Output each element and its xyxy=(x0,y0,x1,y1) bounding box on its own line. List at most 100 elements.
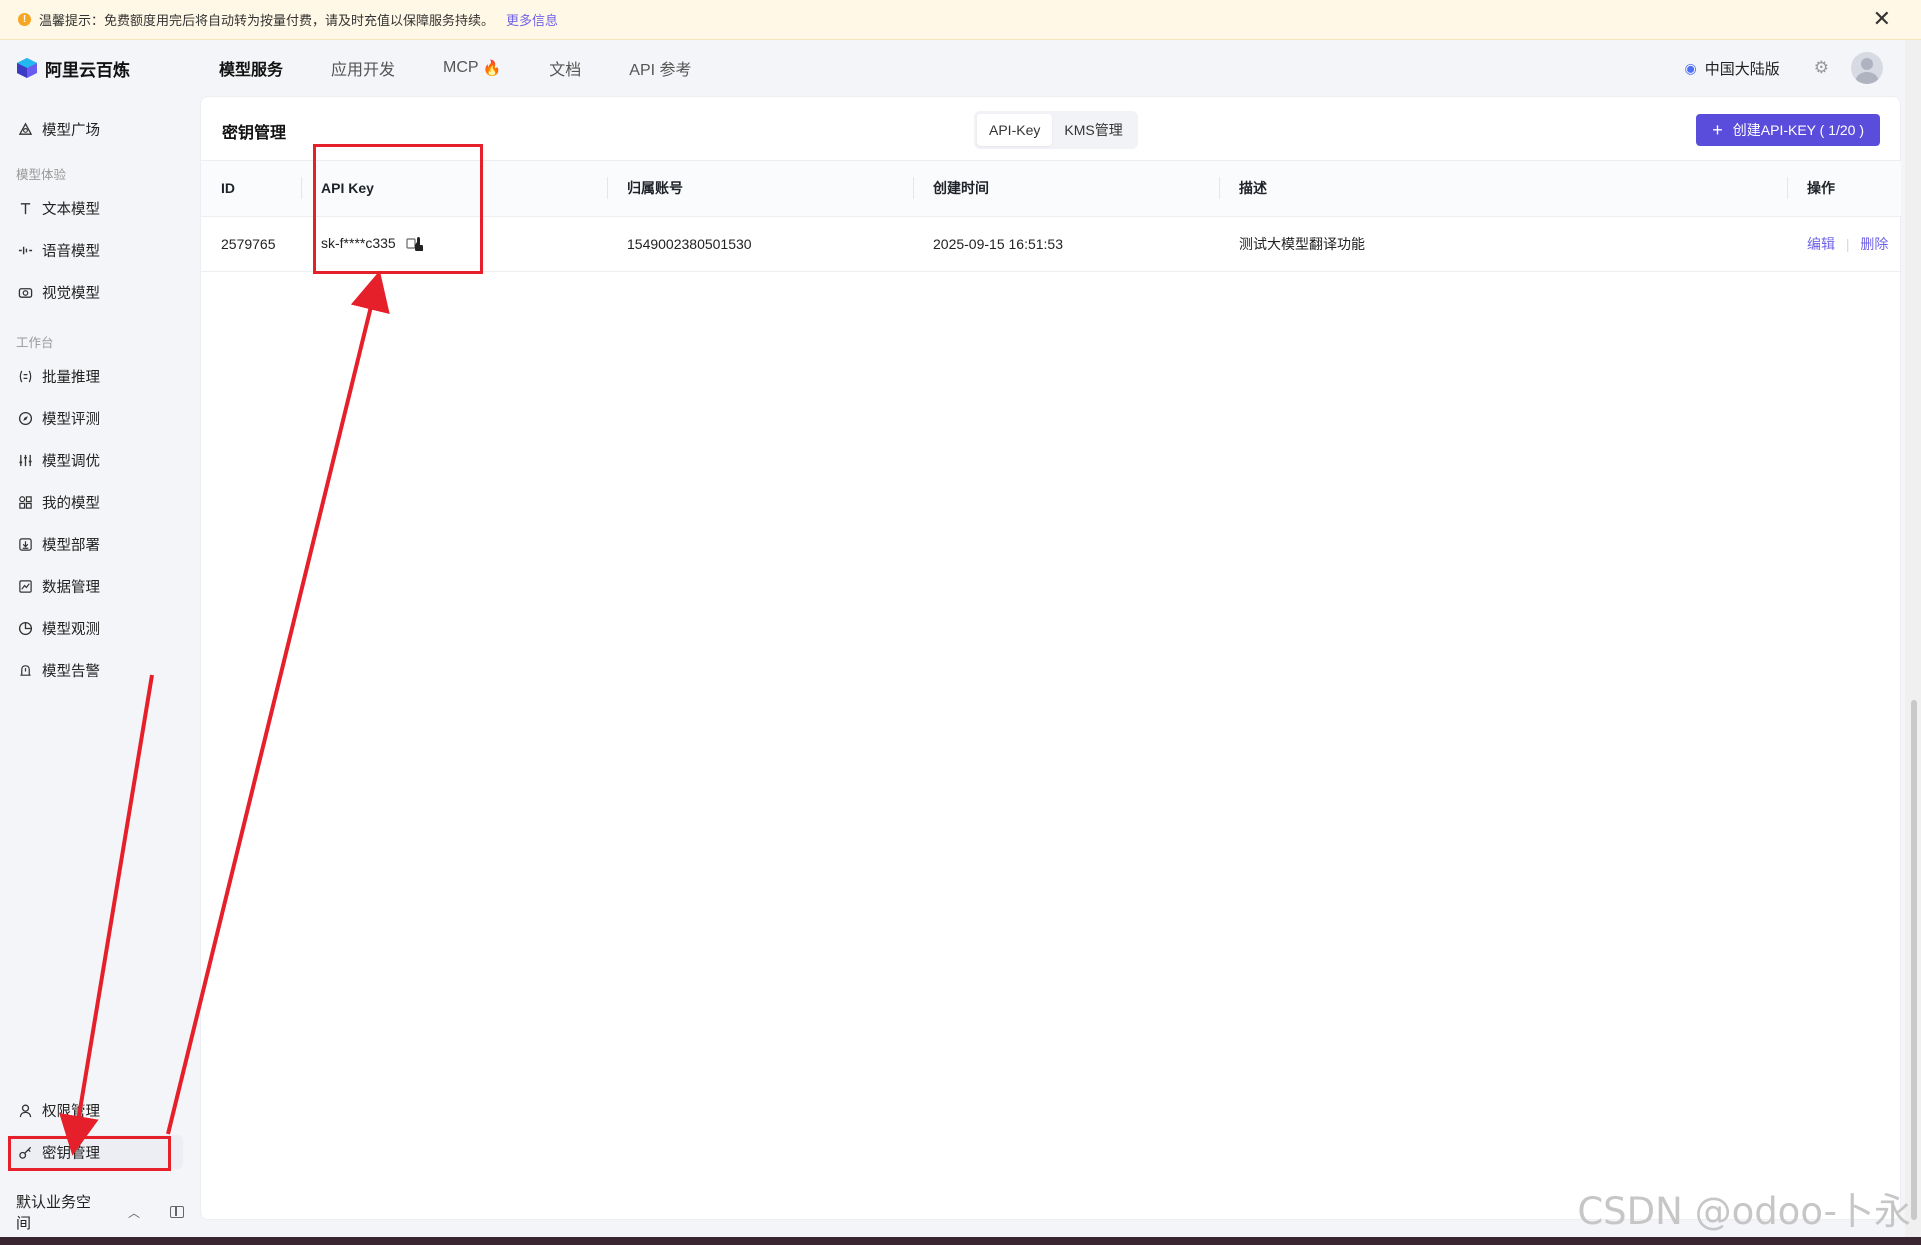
column-header-actions: 操作 xyxy=(1787,161,1901,217)
notice-more-link[interactable]: 更多信息 xyxy=(506,10,558,29)
column-header-label: 创建时间 xyxy=(933,180,989,197)
chart-line-icon xyxy=(17,578,33,594)
workspace-switcher[interactable]: 默认业务空间 ︿ xyxy=(16,1191,184,1233)
sidebar-item-label: 批量推理 xyxy=(42,369,100,386)
watermark: CSDN @odoo-卜永 xyxy=(1577,1190,1911,1233)
edit-button[interactable]: 编辑 xyxy=(1807,236,1835,252)
sidebar-item-model-plaza[interactable]: 模型广场 xyxy=(8,112,183,146)
tab-api-key[interactable]: API-Key xyxy=(977,114,1053,146)
page-scrollbar[interactable] xyxy=(1905,40,1921,1237)
fire-icon: 🔥 xyxy=(482,60,502,77)
sidebar-item-model-observe[interactable]: 模型观测 xyxy=(8,611,183,645)
sidebar-item-vision-model[interactable]: 视觉模型 xyxy=(8,275,183,309)
sidebar-item-label: 我的模型 xyxy=(42,495,100,512)
sidebar-item-model-eval[interactable]: 模型评测 xyxy=(8,401,183,435)
table-header-row: ID API Key 归属账号 创建时间 描述 操作 xyxy=(201,161,1901,217)
sidebar-item-key-management[interactable]: 密钥管理 xyxy=(8,1135,183,1169)
alert-icon xyxy=(17,662,33,678)
cell-api-key: sk-f****c335 xyxy=(301,216,607,272)
column-header-api-key: API Key xyxy=(301,161,607,217)
column-separator xyxy=(301,177,302,199)
globe-icon: ◉ xyxy=(1684,59,1697,76)
warning-icon: ! xyxy=(18,13,31,26)
sidebar-item-label: 模型调优 xyxy=(42,453,100,470)
sidebar-group-workbench: 工作台 xyxy=(16,336,54,350)
sidebar-item-model-alert[interactable]: 模型告警 xyxy=(8,653,183,687)
nav-mcp[interactable]: MCP 🔥 xyxy=(443,59,501,77)
tab-kms[interactable]: KMS管理 xyxy=(1052,114,1134,146)
column-header-created: 创建时间 xyxy=(913,161,1219,217)
sidebar-item-text-model[interactable]: 文本模型 xyxy=(8,191,183,225)
sidebar-collapse-icon[interactable] xyxy=(170,1206,184,1218)
top-nav: 阿里云百炼 模型服务 应用开发 MCP 🔥 文档 API 参考 ◉ 中国大陆版 … xyxy=(0,40,1905,96)
cell-id: 2579765 xyxy=(201,216,301,272)
gear-icon[interactable]: ⚙ xyxy=(1814,58,1829,78)
workspace-label: 默认业务空间 xyxy=(16,1194,92,1232)
sidebar-item-label: 模型告警 xyxy=(42,663,100,680)
column-separator xyxy=(1787,177,1788,199)
sidebar-item-label: 权限管理 xyxy=(42,1103,100,1120)
sidebar-item-my-models[interactable]: 我的模型 xyxy=(8,485,183,519)
notice-text: 温馨提示：免费额度用完后将自动转为按量付费，请及时充值以保障服务持续。 xyxy=(39,13,495,28)
sidebar-item-label: 密钥管理 xyxy=(42,1145,100,1162)
plus-icon: + xyxy=(1712,120,1723,140)
sidebar-item-model-tuning[interactable]: 模型调优 xyxy=(8,443,183,477)
main-panel: 密钥管理 API-Key KMS管理 + 创建API-KEY ( 1/20 ) … xyxy=(200,96,1901,1220)
avatar[interactable] xyxy=(1851,52,1883,84)
scrollbar-thumb[interactable] xyxy=(1911,700,1917,1220)
page-title: 密钥管理 xyxy=(222,125,287,142)
key-icon xyxy=(17,1144,33,1160)
create-api-key-label: 创建API-KEY ( 1/20 ) xyxy=(1732,122,1864,138)
sidebar-item-data-management[interactable]: 数据管理 xyxy=(8,569,183,603)
chevron-up-icon[interactable]: ︿ xyxy=(128,1204,140,1221)
sidebar-item-permission[interactable]: 权限管理 xyxy=(8,1093,183,1127)
text-icon xyxy=(17,200,33,216)
batch-icon xyxy=(17,368,33,384)
sidebar-item-label: 模型评测 xyxy=(42,411,100,428)
sidebar-item-label: 模型部署 xyxy=(42,537,100,554)
column-header-label: 归属账号 xyxy=(627,180,683,197)
sidebar-item-label: 语音模型 xyxy=(42,243,100,260)
sidebar: 模型广场 模型体验 文本模型 语音模型 视觉模型 工作台 批量推理 模型评测 模… xyxy=(0,96,200,1236)
brand-mark-icon xyxy=(16,57,38,79)
sidebar-item-label: 数据管理 xyxy=(42,579,100,596)
create-api-key-button[interactable]: + 创建API-KEY ( 1/20 ) xyxy=(1696,114,1880,146)
delete-button[interactable]: 删除 xyxy=(1860,236,1888,252)
sidebar-item-model-deploy[interactable]: 模型部署 xyxy=(8,527,183,561)
sidebar-item-voice-model[interactable]: 语音模型 xyxy=(8,233,183,267)
region-selector[interactable]: ◉ 中国大陆版 xyxy=(1685,58,1780,79)
column-header-label: 描述 xyxy=(1239,180,1267,197)
notice-bar: ! 温馨提示：免费额度用完后将自动转为按量付费，请及时充值以保障服务持续。 更多… xyxy=(0,0,1921,40)
nav-app-dev[interactable]: 应用开发 xyxy=(331,56,395,80)
api-key-table: ID API Key 归属账号 创建时间 描述 操作 2579765 sk-f*… xyxy=(201,161,1901,272)
waveform-icon xyxy=(17,242,33,258)
sliders-icon xyxy=(17,452,33,468)
brand-logo[interactable]: 阿里云百炼 xyxy=(16,56,219,81)
camera-icon xyxy=(17,284,33,300)
nav-docs[interactable]: 文档 xyxy=(549,56,581,80)
nav-api-reference[interactable]: API 参考 xyxy=(629,56,691,80)
bottom-edge-bar xyxy=(0,1237,1921,1245)
column-header-id: ID xyxy=(201,161,301,217)
api-key-masked: sk-f****c335 xyxy=(321,234,396,251)
column-separator xyxy=(1219,177,1220,199)
column-header-description: 描述 xyxy=(1219,161,1787,217)
column-separator xyxy=(913,177,914,199)
column-header-label: API Key xyxy=(321,180,374,197)
grid-icon xyxy=(17,494,33,510)
sidebar-group-experience: 模型体验 xyxy=(16,168,67,182)
column-separator xyxy=(607,177,608,199)
table-row: 2579765 sk-f****c335 1549002380501530 20… xyxy=(201,216,1901,272)
column-header-label: 操作 xyxy=(1807,180,1835,197)
nav-model-service[interactable]: 模型服务 xyxy=(219,56,283,80)
sidebar-item-label: 模型广场 xyxy=(42,122,100,139)
panel-header: 密钥管理 API-Key KMS管理 + 创建API-KEY ( 1/20 ) xyxy=(201,97,1900,161)
cell-actions: 编辑 | 删除 xyxy=(1787,216,1901,272)
cell-account: 1549002380501530 xyxy=(607,216,913,272)
sidebar-item-label: 视觉模型 xyxy=(42,285,100,302)
sidebar-item-label: 文本模型 xyxy=(42,201,100,218)
copy-icon[interactable] xyxy=(405,236,424,252)
sidebar-item-batch-inference[interactable]: 批量推理 xyxy=(8,359,183,393)
close-icon[interactable]: ✕ xyxy=(1873,8,1891,30)
action-separator: | xyxy=(1845,235,1850,252)
